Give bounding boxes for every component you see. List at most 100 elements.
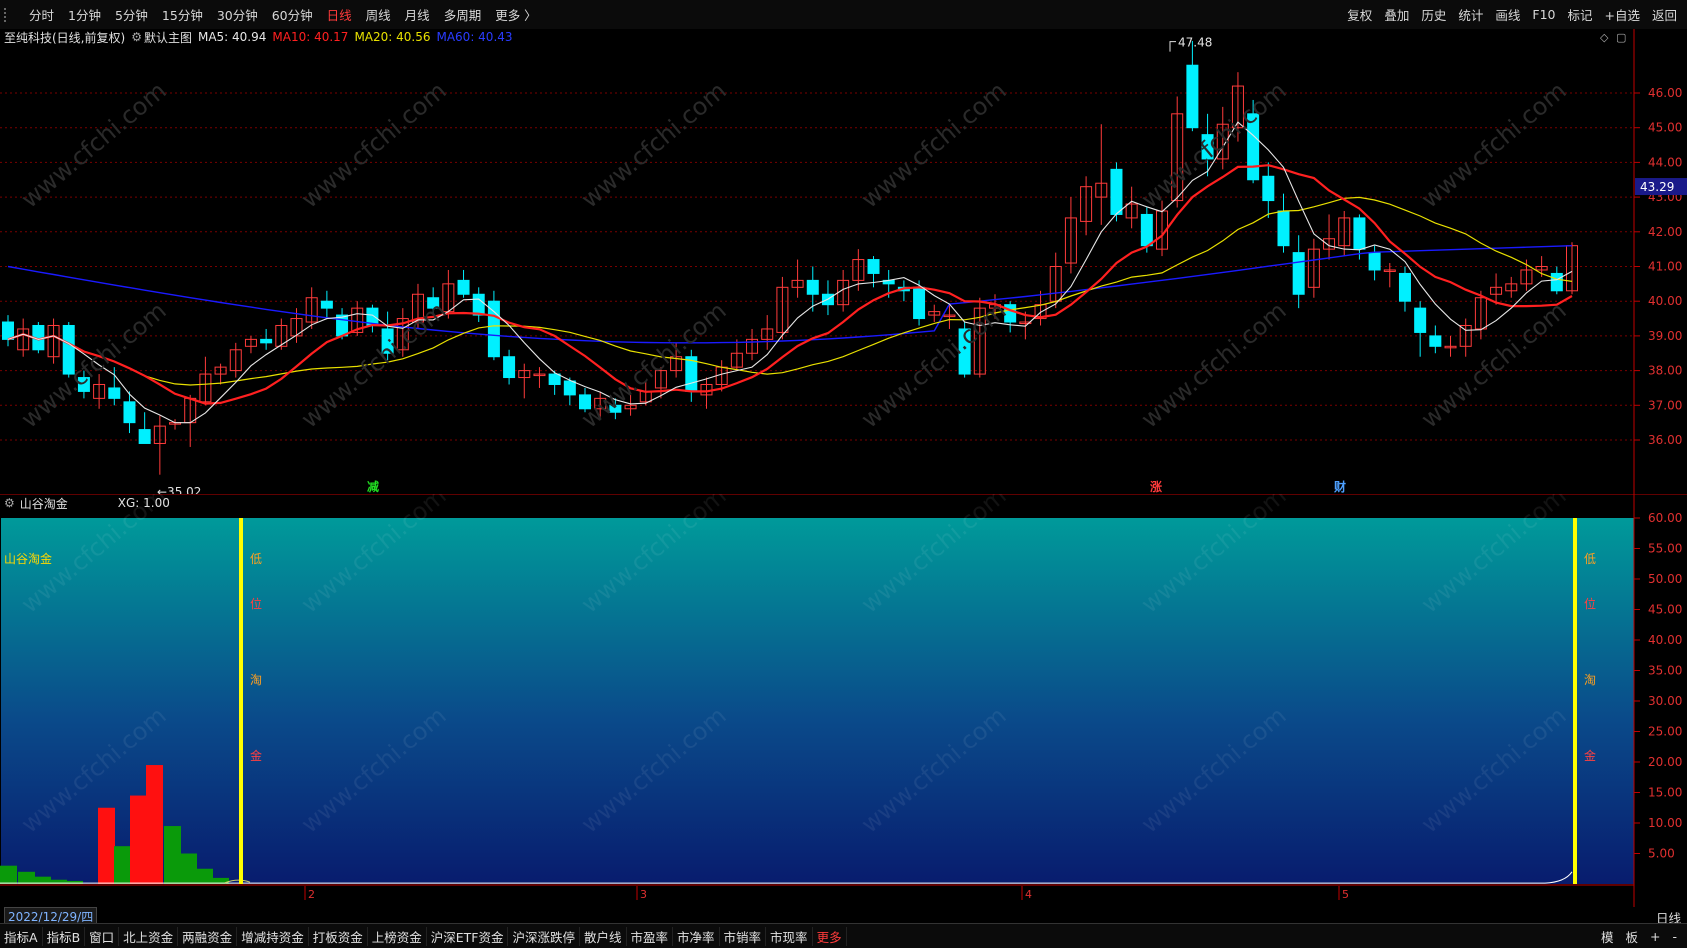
- candle-body: [1429, 335, 1442, 347]
- period-tab-6[interactable]: 日线: [320, 5, 359, 24]
- bottom-tab-9[interactable]: 沪深涨跌停: [508, 926, 580, 946]
- chart-info-line: 至纯科技(日线,前复权) ⚙ 默认主图 MA5: 40.94 MA10: 40.…: [4, 28, 519, 46]
- histogram-bar: [164, 826, 181, 884]
- candle-body: [472, 293, 485, 316]
- period-tab-4[interactable]: 30分钟: [210, 5, 265, 24]
- template-name[interactable]: 默认主图: [144, 29, 192, 46]
- sub-y-tick-label: 40.00: [1648, 633, 1682, 647]
- stock-name: 至纯科技(日线,前复权): [4, 30, 126, 45]
- period-tab-1[interactable]: 1分钟: [61, 5, 108, 24]
- event-marker: 减: [367, 479, 379, 494]
- event-marker: 财: [1333, 479, 1346, 494]
- signal-char: 位: [250, 596, 262, 611]
- histogram-bar: [146, 765, 163, 884]
- signal-char: 金: [1584, 748, 1596, 763]
- sub-y-tick-label: 10.00: [1648, 816, 1682, 830]
- candle-body: [1262, 175, 1275, 202]
- y-tick-label: 36.00: [1648, 433, 1682, 447]
- x-tick-label: 5: [1342, 888, 1349, 901]
- bottom-tab-4[interactable]: 两融资金: [178, 926, 238, 946]
- histogram-bar: [180, 853, 197, 884]
- indicator-chart[interactable]: 60.0055.0050.0045.0040.0035.0030.0025.00…: [0, 494, 1687, 907]
- bottom-tab-0[interactable]: 指标A: [0, 926, 43, 946]
- bottom-tab-2[interactable]: 窗口: [85, 926, 120, 946]
- histogram-bar: [114, 846, 131, 884]
- signal-char: 位: [1584, 596, 1596, 611]
- y-tick-label: 46.00: [1648, 86, 1682, 100]
- signal-char: 淘: [1584, 673, 1596, 687]
- candle-body: [806, 279, 819, 295]
- period-tab-5[interactable]: 60分钟: [265, 5, 320, 24]
- candle-body: [1140, 213, 1153, 247]
- toolbar-button-0[interactable]: 复权: [1341, 5, 1378, 24]
- bottom-tab-5[interactable]: 增减持资金: [237, 926, 309, 946]
- toolbar-button-7[interactable]: +自选: [1599, 5, 1646, 24]
- period-tab-8[interactable]: 月线: [398, 5, 437, 24]
- sub-y-tick-label: 5.00: [1648, 847, 1675, 861]
- bottom-right-button-3[interactable]: -: [1666, 929, 1683, 944]
- period-tab-10[interactable]: 更多 〉: [488, 5, 543, 24]
- bottom-tab-3[interactable]: 北上资金: [119, 926, 179, 946]
- diamond-icon[interactable]: ◇: [1600, 31, 1609, 44]
- main-kline-chart[interactable]: 46.0045.0044.0043.0042.0041.0040.0039.00…: [0, 29, 1687, 494]
- candle-body: [1368, 252, 1381, 271]
- histogram-bar: [130, 795, 147, 884]
- toolbar-button-5[interactable]: F10: [1526, 7, 1561, 22]
- x-tick-label: 4: [1025, 888, 1032, 901]
- bottom-tab-10[interactable]: 散户线: [580, 926, 627, 946]
- candle-body: [1277, 210, 1290, 247]
- toolbar-button-4[interactable]: 画线: [1489, 5, 1526, 24]
- indicator-toggle-icon[interactable]: ⚙: [4, 496, 15, 510]
- event-marker: 涨: [1150, 479, 1162, 494]
- candle-body: [685, 356, 698, 392]
- bottom-tab-11[interactable]: 市盈率: [627, 926, 674, 946]
- indicator-name[interactable]: 山谷淘金: [20, 495, 68, 512]
- drag-handle-icon[interactable]: [4, 7, 16, 22]
- current-price-label: 43.29: [1640, 180, 1674, 194]
- indicator-header: ⚙ 山谷淘金 XG: 1.00: [0, 494, 170, 512]
- period-tab-3[interactable]: 15分钟: [155, 5, 210, 24]
- window-icon[interactable]: ▢: [1616, 31, 1626, 44]
- candle-body: [487, 300, 500, 358]
- candle-body: [320, 300, 333, 309]
- y-tick-label: 39.00: [1648, 329, 1682, 343]
- ma20-value: MA20: 40.56: [354, 30, 431, 44]
- bottom-tab-8[interactable]: 沪深ETF资金: [427, 926, 509, 946]
- bottom-tab-12[interactable]: 市净率: [673, 926, 720, 946]
- bottom-tab-13[interactable]: 市销率: [720, 926, 767, 946]
- toolbar-button-6[interactable]: 标记: [1561, 5, 1598, 24]
- period-tab-0[interactable]: 分时: [22, 5, 61, 24]
- candle-body: [457, 279, 470, 295]
- period-tab-2[interactable]: 5分钟: [108, 5, 155, 24]
- toolbar-button-2[interactable]: 历史: [1415, 5, 1452, 24]
- histogram-bar: [18, 871, 35, 884]
- sub-y-tick-label: 25.00: [1648, 725, 1682, 739]
- indicator-fill-area: [1, 518, 1634, 884]
- toolbar-button-8[interactable]: 返回: [1646, 5, 1683, 24]
- template-settings-icon[interactable]: ⚙: [131, 30, 142, 44]
- histogram-bar: [0, 865, 17, 884]
- low-price-label: ←35.02: [157, 485, 201, 494]
- sub-y-tick-label: 30.00: [1648, 694, 1682, 708]
- candle-body: [1292, 252, 1305, 295]
- bottom-right-button-0[interactable]: 模: [1595, 927, 1620, 946]
- bottom-tab-1[interactable]: 指标B: [43, 926, 86, 946]
- bottom-right-button-1[interactable]: 板: [1619, 927, 1644, 946]
- bottom-tab-6[interactable]: 打板资金: [309, 926, 368, 946]
- bottom-tab-15[interactable]: 更多: [813, 926, 847, 946]
- candle-body: [563, 380, 576, 396]
- bottom-tab-7[interactable]: 上榜资金: [368, 926, 427, 946]
- toolbar-button-3[interactable]: 统计: [1452, 5, 1489, 24]
- candle-body: [1398, 272, 1411, 302]
- high-price-label: 47.48: [1178, 36, 1212, 50]
- period-tab-9[interactable]: 多周期: [437, 5, 489, 24]
- y-tick-label: 37.00: [1648, 398, 1682, 412]
- bottom-right-button-2[interactable]: +: [1644, 929, 1666, 944]
- toolbar-button-1[interactable]: 叠加: [1378, 5, 1415, 24]
- signal-char: 淘: [250, 673, 262, 687]
- period-tab-7[interactable]: 周线: [359, 5, 398, 24]
- period-toolbar: 分时 1分钟 5分钟 15分钟 30分钟 60分钟 日线 周线 月线 多周期 更多 〉 复权 叠加 历史…: [0, 0, 1687, 30]
- sub-y-tick-label: 15.00: [1648, 786, 1682, 800]
- candle-body: [123, 401, 136, 424]
- bottom-tab-14[interactable]: 市现率: [766, 926, 813, 946]
